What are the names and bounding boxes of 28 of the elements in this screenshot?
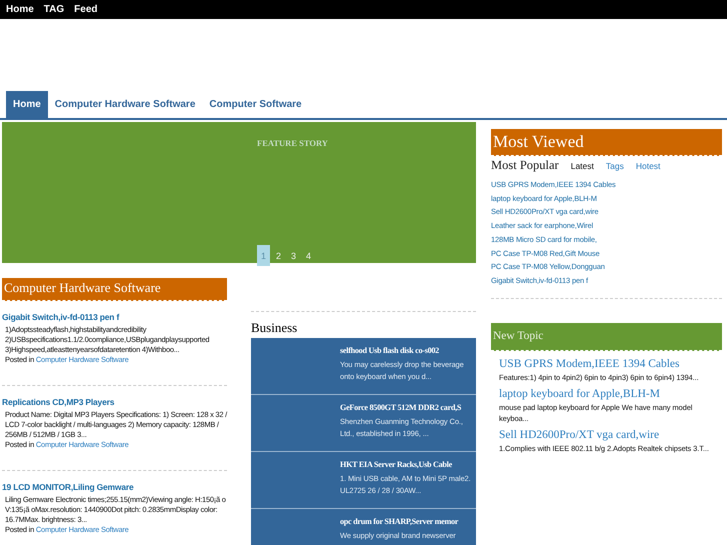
top-nav-link[interactable]: Feed	[74, 4, 98, 15]
post-title-link[interactable]: 19 LCD MONITOR,Liling Gemware	[2, 482, 227, 492]
post-title-link[interactable]: Gigabit Switch,iv-fd-0113 pen f	[2, 312, 227, 322]
feature-label: FEATURE STORY	[257, 137, 329, 148]
post-title-link[interactable]: Replications CD,MP3 Players	[2, 397, 227, 407]
topic-title-link[interactable]: Sell HD2600Pro/XT vga card,wire	[499, 426, 722, 443]
list-heading: Most Popular	[491, 158, 559, 173]
nav-tab[interactable]: Computer Software	[202, 91, 309, 118]
business-title-link[interactable]: opc drum for SHARP,Server memor	[340, 517, 476, 526]
section-header: New Topic	[491, 322, 722, 351]
page-link[interactable]: 2	[272, 245, 285, 266]
list-tab[interactable]: Tags	[606, 161, 624, 171]
topic-title-link[interactable]: USB GPRS Modem,IEEE 1394 Cables	[499, 356, 722, 372]
page-link[interactable]: 3	[287, 245, 300, 266]
section-title: Business	[251, 320, 298, 336]
business-title-link[interactable]: selfhood Usb flash disk co-s002	[340, 346, 476, 355]
page-link[interactable]: 4	[302, 245, 315, 266]
topic-title-link[interactable]: laptop keyboard for Apple,BLH-M	[499, 386, 722, 402]
business-title-link[interactable]: GeForce 8500GT 512M DDR2 card,S	[340, 403, 476, 412]
section-header: Most Viewed	[491, 129, 722, 156]
nav-tab[interactable]: Home	[6, 91, 48, 118]
top-nav-link[interactable]: TAG	[44, 4, 64, 15]
nav-tab[interactable]: Computer Hardware Software	[48, 91, 202, 118]
section-header: Computer Hardware Software	[2, 278, 227, 301]
top-nav-link[interactable]: Home	[6, 4, 34, 15]
list-tab[interactable]: Hotest	[636, 161, 660, 171]
business-title-link[interactable]: HKT EIA Server Racks,Usb Cable	[340, 460, 476, 469]
list-tab[interactable]: Latest	[570, 161, 594, 171]
